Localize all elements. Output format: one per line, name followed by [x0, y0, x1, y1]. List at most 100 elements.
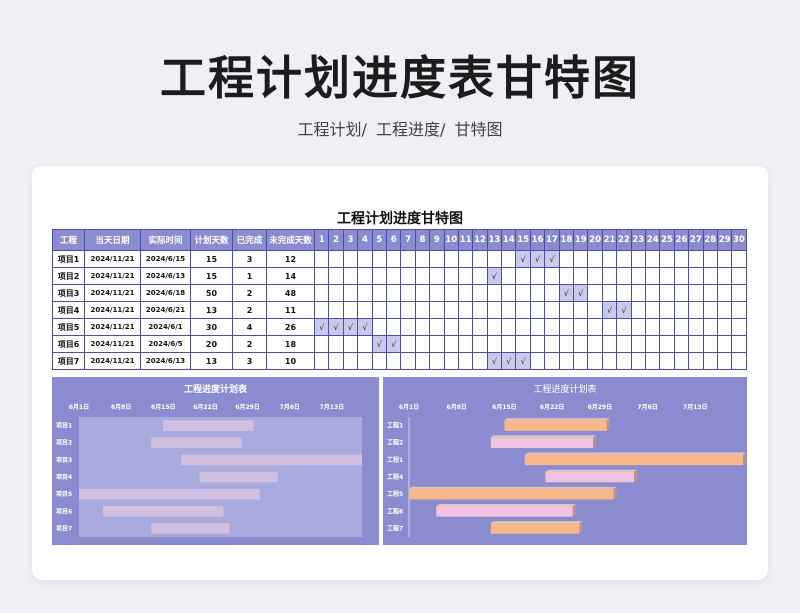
progress-check-cell[interactable]: √ [544, 250, 560, 268]
day-cell[interactable] [429, 335, 445, 353]
day-cell[interactable] [544, 352, 560, 370]
cell-planned[interactable]: 13 [190, 352, 233, 370]
day-cell[interactable] [659, 267, 675, 285]
day-cell[interactable] [630, 267, 646, 285]
day-cell[interactable] [501, 267, 517, 285]
day-cell[interactable] [515, 318, 531, 336]
cell-remaining[interactable]: 14 [266, 267, 315, 285]
day-cell[interactable] [371, 301, 387, 319]
progress-check-cell[interactable]: √ [601, 301, 618, 319]
cell-project[interactable]: 项目6 [52, 335, 85, 353]
day-cell[interactable] [400, 335, 416, 353]
day-cell[interactable] [630, 335, 646, 353]
day-cell[interactable] [558, 352, 575, 370]
day-cell[interactable] [414, 318, 431, 336]
cell-remaining[interactable]: 26 [266, 318, 315, 336]
day-cell[interactable] [385, 352, 402, 370]
day-cell[interactable] [414, 301, 431, 319]
day-cell[interactable] [644, 250, 661, 268]
day-cell[interactable] [573, 335, 589, 353]
day-cell[interactable] [385, 301, 402, 319]
day-cell[interactable] [644, 352, 661, 370]
day-cell[interactable] [616, 318, 632, 336]
day-cell[interactable] [716, 318, 733, 336]
cell-actual[interactable]: 2024/6/5 [140, 335, 191, 353]
day-cell[interactable] [673, 301, 690, 319]
day-cell[interactable] [371, 267, 387, 285]
day-cell[interactable] [601, 267, 618, 285]
day-cell[interactable] [673, 335, 690, 353]
cell-remaining[interactable]: 11 [266, 301, 315, 319]
day-cell[interactable] [702, 267, 718, 285]
day-cell[interactable] [702, 352, 718, 370]
progress-check-cell[interactable]: √ [486, 352, 503, 370]
cell-done[interactable]: 1 [232, 267, 267, 285]
day-cell[interactable] [688, 318, 704, 336]
cell-planned[interactable]: 13 [190, 301, 233, 319]
day-cell[interactable] [371, 318, 387, 336]
day-cell[interactable] [501, 250, 517, 268]
day-cell[interactable] [630, 352, 646, 370]
day-cell[interactable] [601, 352, 618, 370]
day-cell[interactable] [342, 284, 359, 302]
day-cell[interactable] [457, 250, 474, 268]
day-cell[interactable] [731, 318, 747, 336]
day-cell[interactable] [342, 301, 359, 319]
cell-today[interactable]: 2024/11/21 [84, 284, 141, 302]
day-cell[interactable] [501, 301, 517, 319]
day-cell[interactable] [630, 301, 646, 319]
day-cell[interactable] [313, 267, 330, 285]
day-cell[interactable] [573, 250, 589, 268]
day-cell[interactable] [443, 352, 459, 370]
day-cell[interactable] [529, 267, 546, 285]
day-cell[interactable] [429, 284, 445, 302]
day-cell[interactable] [515, 267, 531, 285]
day-cell[interactable] [342, 352, 359, 370]
day-cell[interactable] [688, 267, 704, 285]
progress-check-cell[interactable]: √ [501, 352, 517, 370]
progress-check-cell[interactable]: √ [357, 318, 373, 336]
day-cell[interactable] [573, 267, 589, 285]
progress-check-cell[interactable]: √ [371, 335, 387, 353]
day-cell[interactable] [716, 352, 733, 370]
day-cell[interactable] [313, 301, 330, 319]
day-cell[interactable] [601, 250, 618, 268]
day-cell[interactable] [457, 318, 474, 336]
progress-check-cell[interactable]: √ [342, 318, 359, 336]
day-cell[interactable] [529, 352, 546, 370]
day-cell[interactable] [659, 352, 675, 370]
day-cell[interactable] [486, 301, 503, 319]
cell-project[interactable]: 项目1 [52, 250, 85, 268]
cell-done[interactable]: 3 [232, 352, 267, 370]
day-cell[interactable] [544, 267, 560, 285]
day-cell[interactable] [472, 284, 488, 302]
day-cell[interactable] [529, 318, 546, 336]
day-cell[interactable] [616, 284, 632, 302]
day-cell[interactable] [716, 267, 733, 285]
day-cell[interactable] [716, 301, 733, 319]
day-cell[interactable] [457, 284, 474, 302]
day-cell[interactable] [673, 352, 690, 370]
progress-check-cell[interactable]: √ [313, 318, 330, 336]
day-cell[interactable] [414, 267, 431, 285]
day-cell[interactable] [544, 318, 560, 336]
cell-planned[interactable]: 30 [190, 318, 233, 336]
day-cell[interactable] [486, 318, 503, 336]
cell-done[interactable]: 2 [232, 284, 267, 302]
day-cell[interactable] [673, 250, 690, 268]
day-cell[interactable] [644, 301, 661, 319]
day-cell[interactable] [573, 318, 589, 336]
day-cell[interactable] [486, 335, 503, 353]
day-cell[interactable] [731, 284, 747, 302]
breadcrumb-item-gantt[interactable]: 甘特图 [454, 120, 502, 139]
day-cell[interactable] [630, 284, 646, 302]
day-cell[interactable] [501, 335, 517, 353]
day-cell[interactable] [371, 250, 387, 268]
day-cell[interactable] [328, 352, 344, 370]
day-cell[interactable] [385, 250, 402, 268]
day-cell[interactable] [457, 267, 474, 285]
day-cell[interactable] [659, 301, 675, 319]
cell-actual[interactable]: 2024/6/13 [140, 267, 191, 285]
day-cell[interactable] [659, 250, 675, 268]
day-cell[interactable] [529, 335, 546, 353]
